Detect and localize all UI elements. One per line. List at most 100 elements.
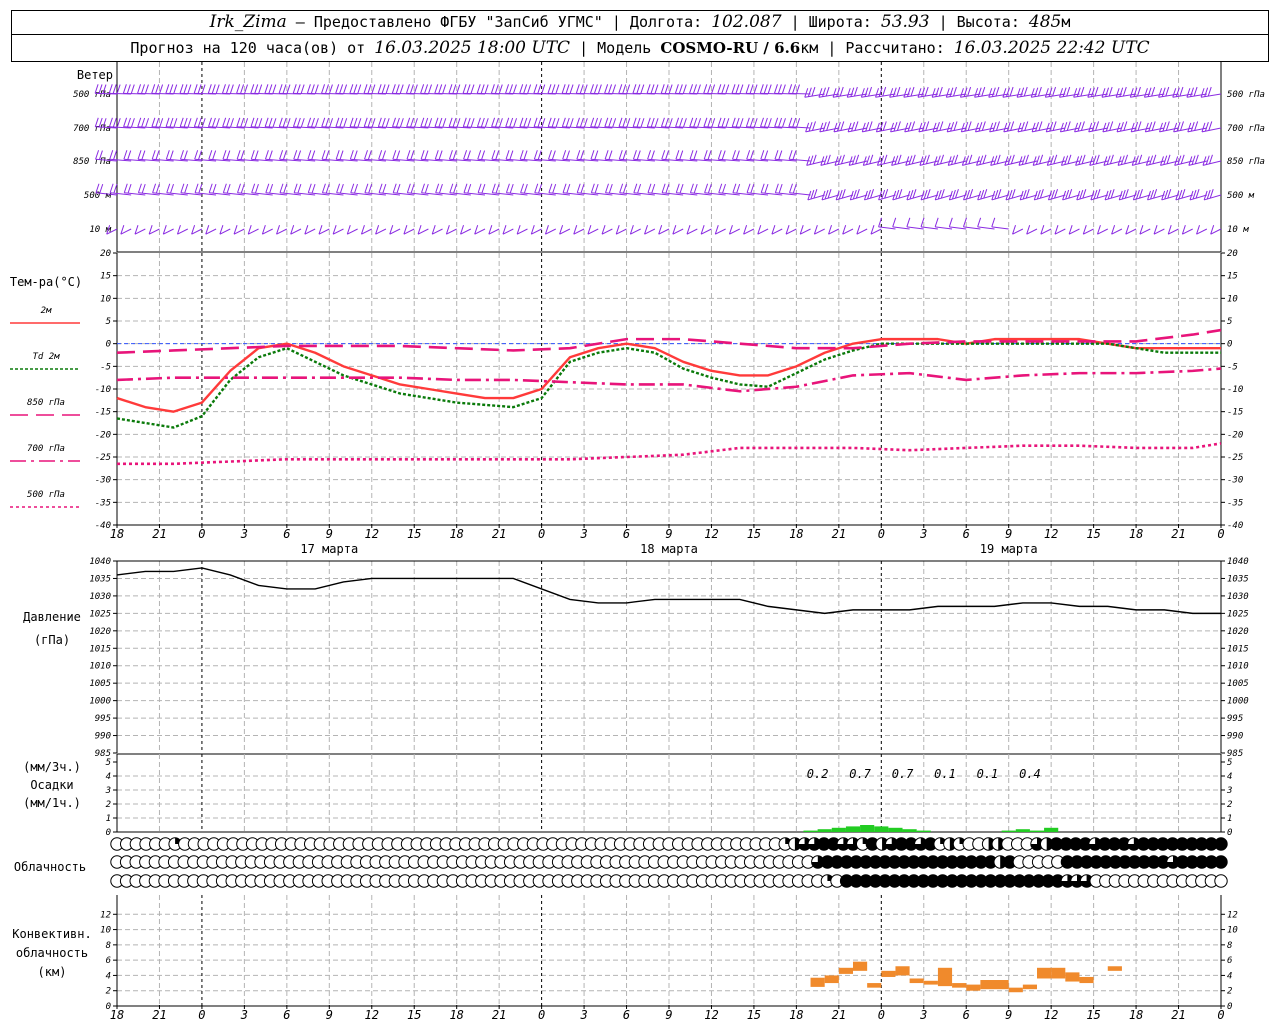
wind-barb-feather: [767, 84, 772, 94]
wind-barb-feather: [435, 183, 440, 193]
wind-barb-feather: [477, 183, 482, 193]
wind-barb-feather: [523, 150, 528, 160]
wind-barb-feather: [264, 150, 269, 160]
wind-barb-feather: [519, 150, 524, 160]
wind-barb-feather: [293, 150, 298, 160]
time-axis-lower-tick-label: 9: [1005, 1008, 1012, 1022]
wind-barb-feather: [749, 117, 754, 128]
wind-barb-feather: [1194, 154, 1199, 164]
wind-barb-feather: [735, 150, 740, 160]
wind-barb-feather: [278, 84, 283, 94]
wind-barb-feather: [707, 150, 712, 160]
wind-barb-feather: [597, 84, 602, 94]
wind-barb-feather: [187, 84, 192, 94]
wind-barb-feather: [1122, 86, 1127, 97]
wind-barb-feather: [593, 84, 598, 94]
wind-barb-feather: [1165, 121, 1170, 131]
wind-barb-feather: [1129, 88, 1134, 98]
wind-barb-feather: [498, 118, 503, 128]
wind-barb-feather: [894, 155, 899, 165]
pressure-tick-label-right: 1035: [1227, 574, 1249, 584]
wind-level-label-right: 500 гПа: [1227, 90, 1265, 100]
wind-barb-feather: [212, 183, 217, 194]
wind-barb-feather: [1110, 189, 1115, 199]
temperature-tick-label-left: -5: [100, 362, 111, 372]
wind-barb-feather: [505, 150, 510, 160]
wind-barb-feather: [300, 84, 305, 94]
wind-barb-feather: [707, 117, 712, 128]
wind-barb-feather: [854, 121, 859, 131]
convective-tick-label-right: 0: [1227, 1002, 1232, 1012]
wind-level-label-right: 10 м: [1227, 225, 1249, 235]
wind-barb-feather: [1124, 189, 1129, 199]
wind-barb-feather: [608, 84, 613, 94]
temperature-tick-label-left: 20: [100, 249, 111, 259]
wind-barb-feather: [395, 84, 400, 94]
wind-barb-feather: [1038, 121, 1043, 131]
wind-barb-feather: [722, 183, 726, 194]
wind-barb-feather: [994, 189, 999, 200]
precip-hourly-bar: [874, 826, 889, 832]
wind-barb-feather: [640, 118, 645, 128]
wind-barb-feather: [753, 118, 758, 128]
wind-barb-feather: [988, 88, 993, 98]
wind-barb-feather: [827, 189, 832, 199]
wind-barb-feather: [410, 117, 415, 128]
wind-barb-feather: [438, 150, 443, 160]
wind-barb-feather: [646, 84, 651, 94]
wind-barb-feather: [774, 117, 779, 127]
wind-barb-feather: [839, 86, 844, 97]
wind-barb-feather: [1115, 88, 1120, 98]
wind-barb-feather: [1031, 122, 1036, 133]
wind-barb-feather: [225, 84, 230, 94]
wind-barb-feather: [1121, 189, 1126, 200]
wind-barb-feather: [127, 183, 132, 194]
wind-barb-feather: [980, 189, 985, 200]
convective-tick-label-right: 2: [1227, 987, 1232, 997]
wind-barb-feather: [1093, 189, 1098, 200]
wind-barb-feather: [1036, 189, 1041, 200]
wind-barb-feather: [250, 150, 255, 160]
wind-barb-feather: [349, 150, 354, 160]
wind-barb-feather: [381, 117, 386, 128]
wind-barb-feather: [179, 84, 184, 94]
wind-barb-feather: [907, 121, 912, 132]
wind-barb-feather: [240, 117, 245, 128]
convective-cloud-block: [923, 980, 938, 985]
wind-barb-feather: [1096, 189, 1101, 199]
wind-barb-feather: [1130, 122, 1135, 133]
wind-barb-feather: [480, 117, 485, 128]
wind-barb-feather: [993, 155, 998, 165]
wind-barb-feather: [382, 183, 387, 194]
time-axis-upper-tick-label: 6: [283, 527, 290, 541]
wind-barb-feather: [244, 118, 249, 128]
wind-barb-feather: [222, 150, 227, 160]
wind-barb-feather: [349, 84, 354, 94]
wind-barb-feather: [495, 183, 500, 194]
wind-barb-feather: [1163, 155, 1168, 165]
wind-barb-feather: [329, 118, 334, 128]
wind-barb-feather: [1144, 122, 1149, 133]
wind-barb-feather: [183, 84, 188, 94]
time-axis-lower-tick-label: 0: [198, 1008, 205, 1022]
pressure-tick-label-left: 1025: [89, 609, 111, 619]
wind-barb-feather: [463, 183, 468, 193]
time-axis-lower-tick-label: 21: [1171, 1008, 1185, 1022]
wind-barb-feather: [537, 117, 542, 128]
wind-barb-feather: [1194, 121, 1199, 131]
precip-hourly-bar: [1044, 827, 1059, 832]
wind-barb-feather: [165, 117, 170, 127]
wind-barb-feather: [151, 84, 156, 94]
wind-barb-feather: [339, 84, 344, 94]
wind-barb-feather: [579, 84, 584, 94]
wind-barb-feather: [979, 155, 984, 165]
wind-barb-feather: [977, 87, 982, 97]
wind-barb-feather: [1201, 122, 1206, 133]
wind-barb-feather: [1187, 122, 1192, 133]
wind-barb-feather: [632, 117, 637, 127]
wind-barb-feather: [1151, 121, 1156, 131]
wind-barb-feather: [924, 86, 929, 97]
wind-barb-feather: [823, 155, 828, 165]
wind-barb-feather: [1204, 87, 1209, 97]
wind-barb-feather: [579, 117, 584, 128]
